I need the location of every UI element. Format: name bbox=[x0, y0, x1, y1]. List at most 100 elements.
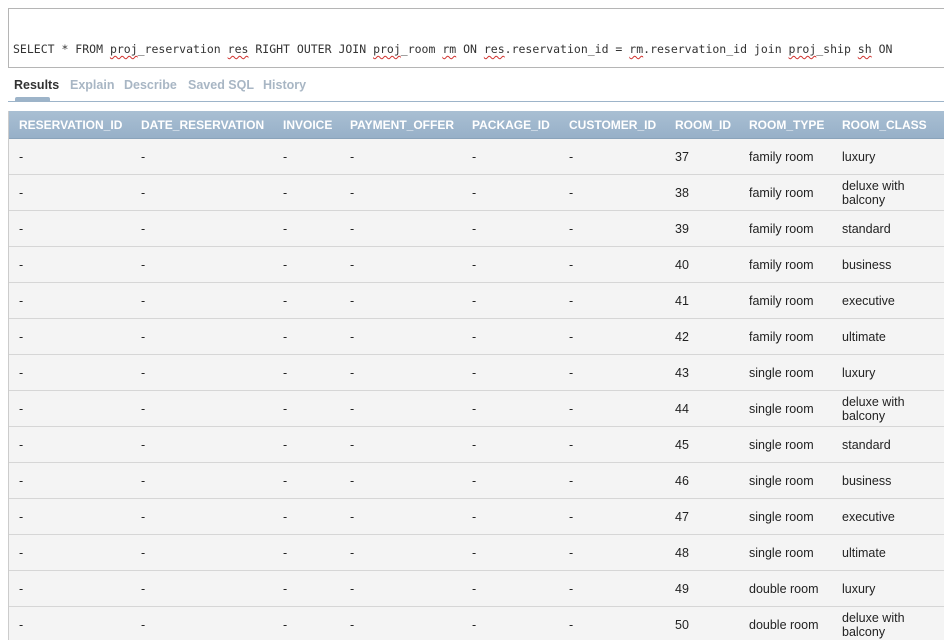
table-cell: - bbox=[283, 582, 288, 596]
table-cell: - bbox=[141, 474, 146, 488]
table-row: - - - - - - 39 family room standard bbox=[9, 211, 944, 247]
table-row: - - - - - - 43 single room luxury bbox=[9, 355, 944, 391]
column-header[interactable]: ROOM_TYPE bbox=[749, 118, 824, 132]
sql-token: _reservation bbox=[137, 42, 228, 56]
table-cell: - bbox=[472, 618, 477, 632]
table-cell: executive bbox=[842, 294, 895, 308]
results-grid: RESERVATION_ID DATE_RESERVATION INVOICE … bbox=[8, 111, 944, 640]
table-cell: family room bbox=[749, 330, 814, 344]
table-cell: - bbox=[141, 294, 146, 308]
results-header-row: RESERVATION_ID DATE_RESERVATION INVOICE … bbox=[9, 111, 944, 139]
table-cell: - bbox=[19, 402, 24, 416]
table-cell: single room bbox=[749, 474, 814, 488]
table-cell: deluxe with balcony bbox=[842, 611, 905, 639]
table-cell: - bbox=[569, 438, 574, 452]
table-cell: single room bbox=[749, 546, 814, 560]
table-cell: deluxe with balcony bbox=[842, 179, 905, 207]
column-header[interactable]: INVOICE bbox=[283, 118, 332, 132]
table-cell: - bbox=[19, 474, 24, 488]
table-cell: - bbox=[283, 150, 288, 164]
tab-history[interactable]: History bbox=[263, 78, 306, 92]
table-cell: - bbox=[350, 330, 355, 344]
table-cell: - bbox=[472, 366, 477, 380]
table-cell: - bbox=[19, 582, 24, 596]
column-header[interactable]: ROOM_ID bbox=[675, 118, 731, 132]
table-cell: - bbox=[283, 222, 288, 236]
table-cell: double room bbox=[749, 582, 819, 596]
table-cell: family room bbox=[749, 150, 814, 164]
table-cell: - bbox=[350, 582, 355, 596]
table-cell: - bbox=[283, 546, 288, 560]
table-cell: - bbox=[350, 150, 355, 164]
table-cell: - bbox=[350, 366, 355, 380]
table-cell: - bbox=[569, 366, 574, 380]
table-cell: - bbox=[19, 330, 24, 344]
table-cell: 50 bbox=[675, 618, 689, 632]
table-cell: - bbox=[472, 258, 477, 272]
column-header[interactable]: CUSTOMER_ID bbox=[569, 118, 656, 132]
table-cell: - bbox=[141, 546, 146, 560]
table-cell: - bbox=[283, 402, 288, 416]
sql-token: SELECT * FROM bbox=[13, 42, 110, 56]
table-cell: - bbox=[350, 402, 355, 416]
table-cell: - bbox=[472, 150, 477, 164]
table-row: - - - - - - 38 family room deluxe with balcony bbox=[9, 175, 944, 211]
table-cell: - bbox=[19, 510, 24, 524]
table-cell: family room bbox=[749, 294, 814, 308]
table-cell: - bbox=[569, 618, 574, 632]
table-row: - - - - - - 37 family room luxury bbox=[9, 139, 944, 175]
table-cell: 38 bbox=[675, 186, 689, 200]
table-cell: - bbox=[569, 402, 574, 416]
table-row: - - - - - - 44 single room deluxe with balcony bbox=[9, 391, 944, 427]
table-cell: 48 bbox=[675, 546, 689, 560]
sql-unknown-identifier: proj bbox=[109, 42, 138, 56]
table-cell: - bbox=[569, 186, 574, 200]
table-row: - - - - - - 46 single room business bbox=[9, 463, 944, 499]
column-header[interactable]: DATE_RESERVATION bbox=[141, 118, 264, 132]
sql-unknown-identifier: proj bbox=[788, 42, 817, 56]
table-cell: - bbox=[141, 366, 146, 380]
table-cell: - bbox=[569, 150, 574, 164]
column-header[interactable]: PAYMENT_OFFER bbox=[350, 118, 454, 132]
table-cell: 49 bbox=[675, 582, 689, 596]
table-cell: - bbox=[350, 618, 355, 632]
sql-token: ON bbox=[871, 42, 893, 56]
table-cell: - bbox=[472, 294, 477, 308]
table-cell: - bbox=[350, 438, 355, 452]
column-header[interactable]: ROOM_CLASS bbox=[842, 118, 927, 132]
tab-describe[interactable]: Describe bbox=[124, 78, 177, 92]
sql-editor[interactable]: SELECT * FROM proj_reservation res RIGHT… bbox=[8, 8, 944, 68]
table-cell: standard bbox=[842, 222, 891, 236]
table-cell: - bbox=[19, 294, 24, 308]
table-cell: - bbox=[350, 474, 355, 488]
table-cell: 42 bbox=[675, 330, 689, 344]
table-cell: ultimate bbox=[842, 330, 886, 344]
table-cell: - bbox=[141, 330, 146, 344]
table-cell: family room bbox=[749, 258, 814, 272]
sql-token: .reservation_id join bbox=[643, 42, 789, 56]
tab-saved-sql[interactable]: Saved SQL bbox=[188, 78, 254, 92]
sql-unknown-identifier: rm bbox=[629, 42, 644, 56]
sql-unknown-identifier: proj bbox=[373, 42, 401, 56]
table-cell: 45 bbox=[675, 438, 689, 452]
table-cell: 43 bbox=[675, 366, 689, 380]
sql-token: .reservation_id = bbox=[504, 42, 630, 56]
table-cell: - bbox=[472, 186, 477, 200]
table-row: - - - - - - 42 family room ultimate bbox=[9, 319, 944, 355]
sql-token: _ship bbox=[816, 42, 858, 56]
table-cell: - bbox=[19, 438, 24, 452]
table-cell: family room bbox=[749, 186, 814, 200]
tab-explain[interactable]: Explain bbox=[70, 78, 114, 92]
table-cell: - bbox=[19, 546, 24, 560]
sql-token: ON bbox=[456, 42, 484, 56]
table-cell: business bbox=[842, 474, 892, 488]
tab-results[interactable]: Results bbox=[14, 78, 59, 92]
table-cell: - bbox=[350, 222, 355, 236]
sql-unknown-identifier: res bbox=[227, 42, 249, 56]
table-cell: - bbox=[350, 186, 355, 200]
column-header[interactable]: PACKAGE_ID bbox=[472, 118, 550, 132]
sql-token: RIGHT OUTER JOIN bbox=[248, 42, 374, 56]
column-header[interactable]: RESERVATION_ID bbox=[19, 118, 122, 132]
table-row: - - - - - - 41 family room executive bbox=[9, 283, 944, 319]
table-cell: - bbox=[472, 402, 477, 416]
